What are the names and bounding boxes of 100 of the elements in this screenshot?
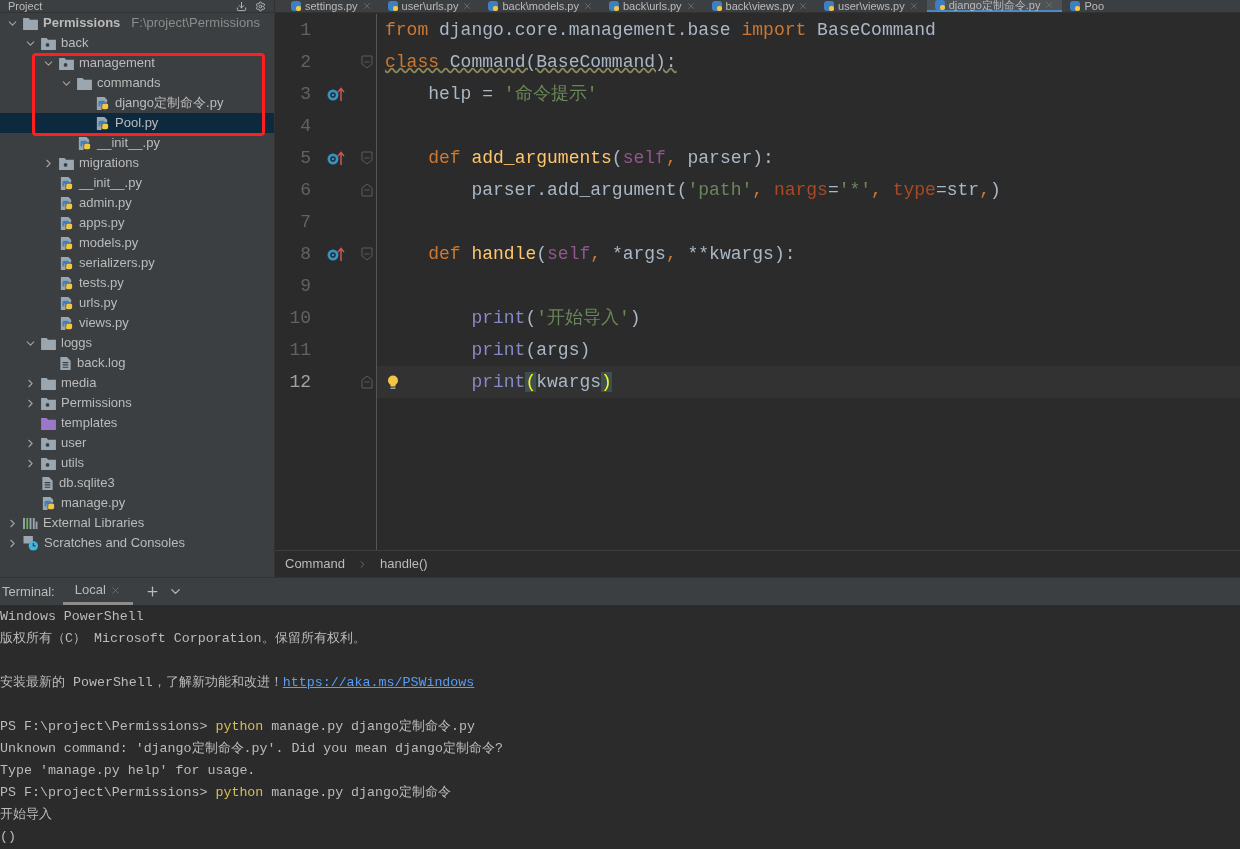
tree-item[interactable]: loggs [0,333,274,353]
terminal-line: Windows PowerShell [0,608,144,627]
override-marker-icon[interactable] [327,150,345,166]
close-icon[interactable] [582,1,593,11]
code-line: def add_arguments(self, parser): [427,146,774,170]
close-icon[interactable] [109,584,121,596]
python-file-icon [59,175,74,191]
editor-tab[interactable]: user\urls.py [379,0,481,12]
folder-icon [41,456,56,470]
tree-item[interactable]: Scratches and Consoles [0,533,274,553]
fold-marker-icon[interactable] [361,55,373,69]
python-file-icon [95,95,110,111]
terminal-line: () [0,828,16,847]
lightbulb-icon[interactable] [387,374,399,390]
tree-item[interactable]: __init__.py [0,133,274,153]
folder-icon [41,376,56,390]
tree-item[interactable]: utils [0,453,274,473]
folder-icon [77,76,92,90]
tree-item[interactable]: management [0,53,274,73]
line-number: 10 [288,306,311,330]
line-number: 5 [299,146,311,170]
terminal-line: PS F:\project\Permissions> python manage.py django定制命令 [0,784,451,803]
tree-item[interactable]: tests.py [0,273,274,293]
line-number: 12 [288,370,311,394]
editor-tab[interactable]: settings.py [283,0,380,12]
terminal-line: 安装最新的 PowerShell，了解新功能和改进！https://aka.ms/PSWindows [0,674,475,693]
terminal-tab[interactable]: Local [62,578,133,605]
code-line: from django.core.management.base import BaseCommand [385,18,936,42]
tree-item[interactable]: user [0,433,274,453]
text-file-icon [59,355,72,371]
tree-item[interactable]: admin.py [0,193,274,213]
close-icon[interactable] [685,1,696,11]
line-number: 4 [299,114,311,138]
close-icon[interactable] [908,1,919,11]
code-line: parser.add_argument('path', nargs='*', type=str,) [470,178,1001,202]
editor-tab[interactable]: django定制命令.py [926,0,1063,12]
python-file-icon [59,235,74,251]
tree-item[interactable]: __init__.py [0,173,274,193]
fold-marker-icon[interactable] [361,375,373,389]
python-file-icon [59,195,74,211]
tree-item[interactable]: django定制命令.py [0,93,274,113]
folder-icon [41,416,56,430]
folder-icon [41,36,56,50]
line-number: 9 [299,274,311,298]
tree-item[interactable]: Permissions F:\project\Permissions [0,13,274,33]
python-file-icon [934,0,945,10]
folder-icon [23,16,38,30]
breadcrumb[interactable]: handle() [379,554,428,574]
tree-item[interactable]: serializers.py [0,253,274,273]
tree-item[interactable]: templates [0,413,274,433]
tree-item[interactable]: migrations [0,153,274,173]
line-number: 2 [299,50,311,74]
settings-icon[interactable] [255,0,266,12]
line-number: 6 [299,178,311,202]
python-file-icon [387,1,398,11]
editor-tab[interactable]: back\urls.py [600,0,704,12]
download-icon[interactable] [236,0,247,12]
tree-item[interactable]: back.log [0,353,274,373]
line-number: 1 [299,18,311,42]
tree-item[interactable]: models.py [0,233,274,253]
code-line: print(kwargs) [470,370,612,394]
override-marker-icon[interactable] [327,246,345,262]
tree-item[interactable]: commands [0,73,274,93]
tree-item[interactable]: urls.py [0,293,274,313]
python-file-icon [711,1,722,11]
tree-item[interactable]: views.py [0,313,274,333]
override-marker-icon[interactable] [327,86,345,102]
python-file-icon [59,315,74,331]
code-line: print(args) [470,338,591,362]
fold-marker-icon[interactable] [361,151,373,165]
panel-title[interactable]: Project [8,0,43,12]
editor-tab[interactable]: user\views.py [816,0,927,12]
add-icon[interactable] [144,584,160,599]
tree-item[interactable]: media [0,373,274,393]
editor-tab[interactable]: back\models.py [480,0,601,12]
editor-tab[interactable]: back\views.py [703,0,817,12]
tree-item[interactable]: apps.py [0,213,274,233]
tree-item[interactable]: Permissions [0,393,274,413]
close-icon[interactable] [798,1,809,11]
tree-item[interactable]: db.sqlite3 [0,473,274,493]
python-file-icon [608,1,619,11]
folder-icon [41,336,56,350]
fold-marker-icon[interactable] [361,247,373,261]
terminal-line: 版权所有（C） Microsoft Corporation。保留所有权利。 [0,630,366,649]
tree-item[interactable]: manage.py [0,493,274,513]
breadcrumb[interactable]: Command [285,554,345,574]
tree-item[interactable]: back [0,33,274,53]
text-file-icon [41,475,54,491]
folder-icon [41,396,56,410]
link[interactable]: https://aka.ms/PSWindows [282,675,475,691]
editor-tab[interactable]: Poo [1062,0,1112,12]
tree-item[interactable]: External Libraries [0,513,274,533]
python-file-icon [824,1,835,11]
scratches-icon [23,535,39,551]
close-icon[interactable] [361,1,372,11]
terminal-title: Terminal: [1,582,55,601]
fold-marker-icon[interactable] [361,183,373,197]
code-line: print('开始导入') [470,306,641,330]
tree-item[interactable]: Pool.py [0,113,274,133]
close-icon[interactable] [462,1,473,11]
